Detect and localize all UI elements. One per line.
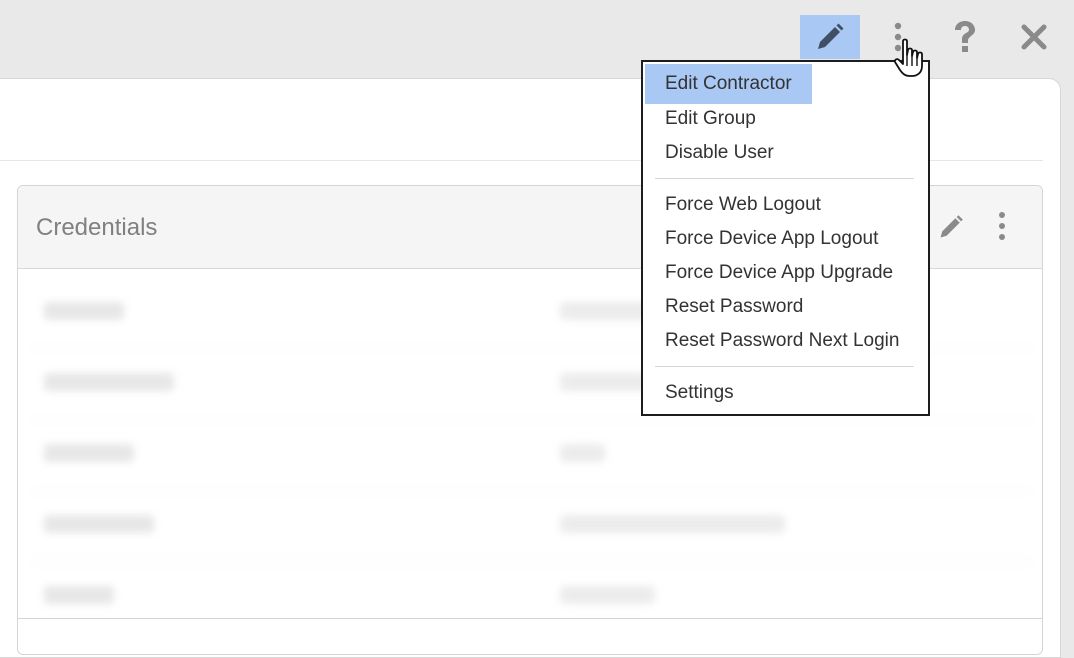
blurred-value (560, 586, 655, 604)
table-row (30, 420, 1032, 491)
menu-item-reset-password-next-login[interactable]: Reset Password Next Login (645, 321, 919, 361)
blurred-value (560, 515, 785, 533)
pencil-icon (940, 215, 963, 238)
close-icon (1021, 24, 1047, 50)
blurred-label (44, 373, 174, 391)
hand-cursor-icon (893, 38, 923, 77)
blurred-value (560, 373, 650, 391)
blurred-label (44, 444, 134, 462)
blurred-label (44, 586, 114, 604)
actions-dropdown-menu: Edit Contractor Edit Group Disable User … (641, 60, 930, 416)
menu-item-disable-user[interactable]: Disable User (645, 133, 794, 173)
help-button[interactable] (935, 15, 995, 59)
edit-button[interactable] (800, 15, 860, 59)
card-footer-divider (18, 618, 1042, 619)
blurred-value (560, 444, 605, 462)
close-button[interactable] (1004, 15, 1064, 59)
menu-item-edit-contractor[interactable]: Edit Contractor (645, 64, 812, 104)
kebab-icon (999, 212, 1005, 240)
table-row (30, 562, 1032, 632)
card-edit-button[interactable] (936, 212, 966, 242)
menu-separator (655, 178, 914, 179)
blurred-label (44, 302, 124, 320)
menu-item-settings[interactable]: Settings (645, 373, 754, 413)
question-icon (955, 21, 975, 52)
card-more-button[interactable] (990, 210, 1014, 242)
pencil-icon (818, 23, 844, 49)
card-title: Credentials (36, 214, 158, 241)
table-row (30, 491, 1032, 562)
blurred-label (44, 515, 154, 533)
menu-separator (655, 366, 914, 367)
